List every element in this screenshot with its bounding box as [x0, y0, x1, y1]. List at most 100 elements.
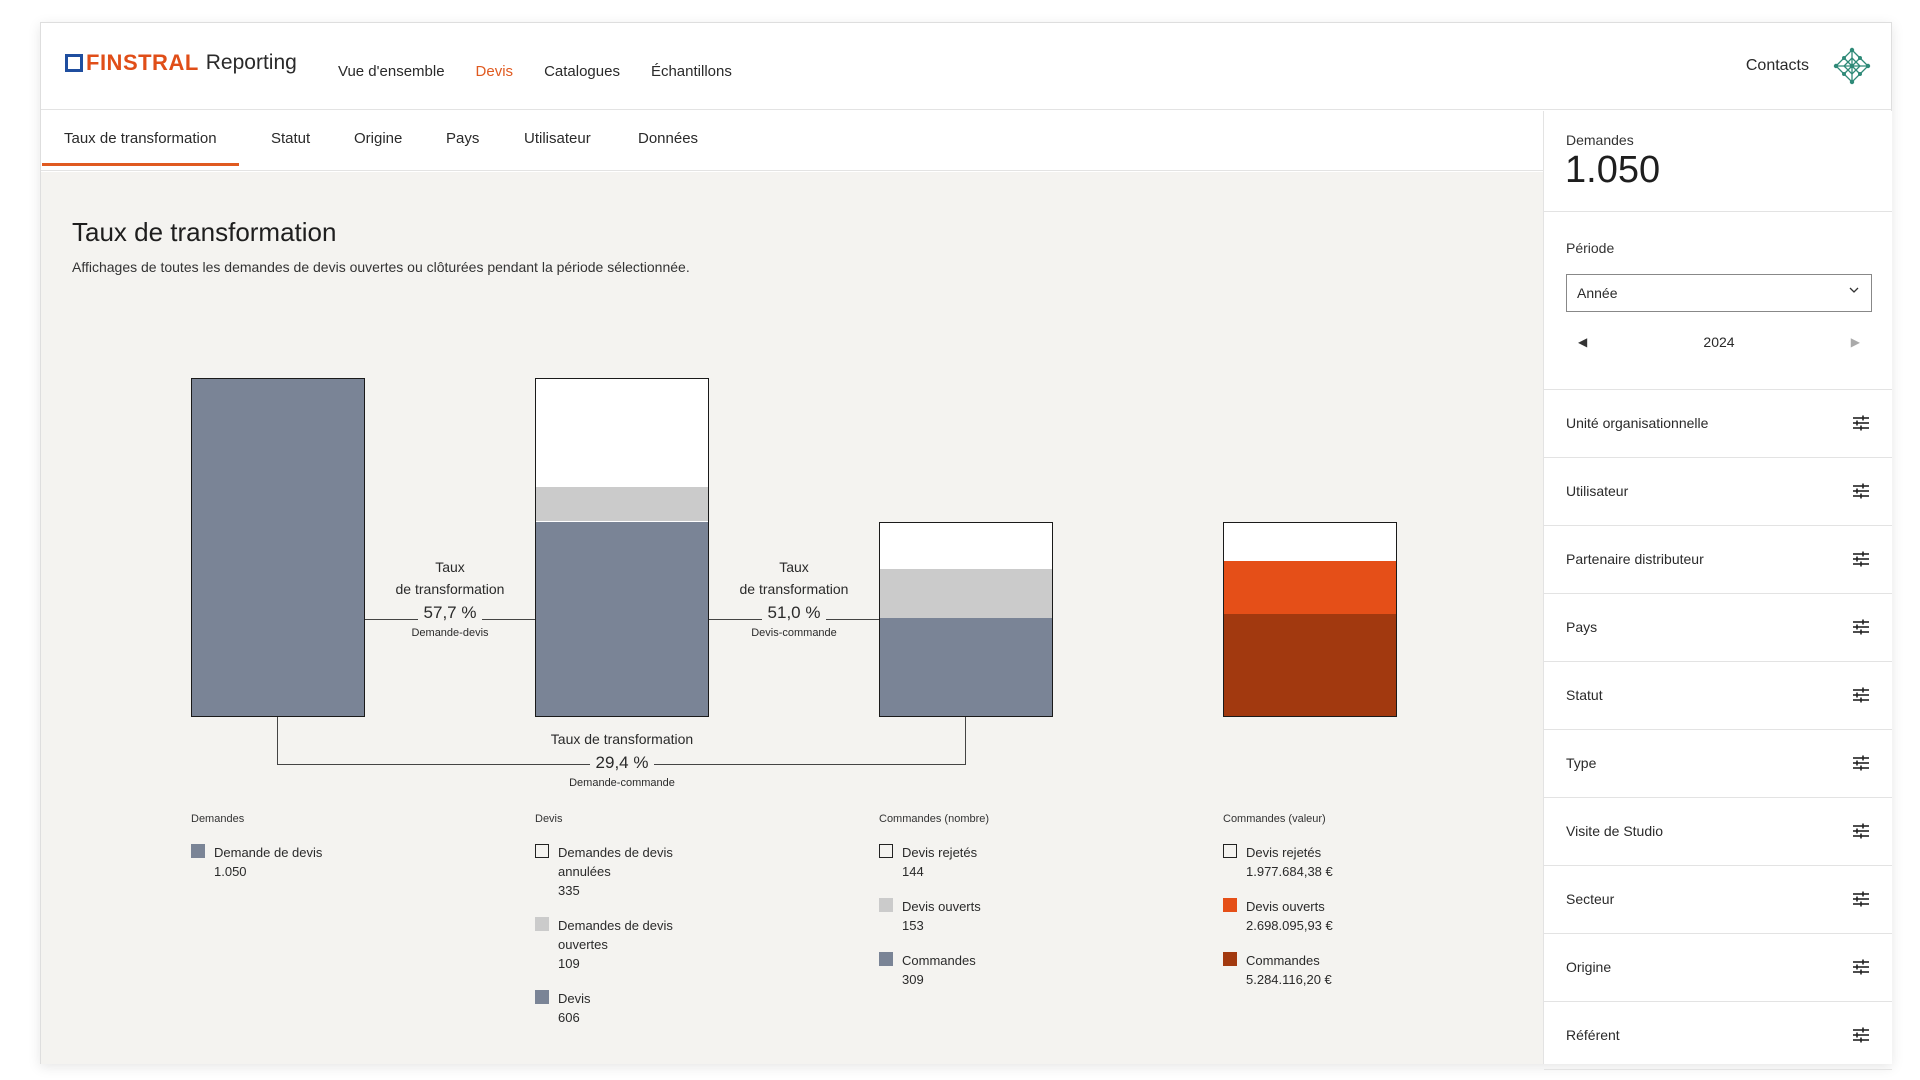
legend-label: Commandes: [902, 953, 976, 968]
legend-text: Demande de devis 1.050: [214, 843, 344, 881]
tab-utilisateur[interactable]: Utilisateur: [524, 130, 591, 147]
nav-echantillons[interactable]: Échantillons: [651, 63, 732, 80]
tab-taux-transformation[interactable]: Taux de transformation: [42, 130, 239, 166]
legend-swatch: [535, 844, 549, 858]
bracket-left: [277, 717, 278, 764]
filter-origine[interactable]: Origine: [1544, 934, 1892, 1002]
tab-donnees[interactable]: Données: [638, 130, 698, 147]
filter-label: Partenaire distributeur: [1566, 551, 1704, 567]
nav-catalogues[interactable]: Catalogues: [544, 63, 620, 80]
legend-swatch: [879, 844, 893, 858]
bracket-right: [965, 717, 966, 764]
filter-label: Référent: [1566, 1027, 1620, 1043]
legend-label: Demandes de devis ouvertes: [558, 918, 673, 952]
sliders-icon: [1853, 959, 1869, 975]
filter-referent[interactable]: Référent: [1544, 1002, 1892, 1070]
legend-label: Devis ouverts: [902, 899, 981, 914]
sliders-icon: [1853, 619, 1869, 635]
demandes-value: 1.050: [1565, 149, 1661, 191]
chevron-down-icon: [1849, 287, 1859, 293]
filter-label: Unité organisationnelle: [1566, 415, 1709, 431]
legend-swatch: [879, 952, 893, 966]
legend-text: Demandes de devis annulées 335: [558, 843, 688, 900]
bar-segment-devis-rejetes: [1224, 523, 1396, 562]
nav-vue-ensemble[interactable]: Vue d'ensemble: [338, 63, 445, 80]
filter-partenaire-distributeur[interactable]: Partenaire distributeur: [1544, 526, 1892, 594]
tab-origine[interactable]: Origine: [354, 130, 402, 147]
legend-label: Devis: [558, 991, 591, 1006]
conversion-1-value: 57,7 %: [417, 600, 483, 626]
bar-segment-demandes-de-devis-ouvertes: [536, 486, 708, 522]
legend-title: Devis: [535, 813, 563, 825]
legend-item: Demandes de devis annulées 335: [535, 843, 688, 900]
legend-title: Commandes (nombre): [879, 813, 990, 825]
prev-year-icon[interactable]: ◀: [1578, 335, 1587, 349]
tab-pays[interactable]: Pays: [446, 130, 479, 147]
legend-text: Devis 606: [558, 989, 688, 1027]
next-year-icon[interactable]: ▶: [1851, 335, 1860, 349]
nav-devis[interactable]: Devis: [476, 63, 514, 80]
main-content: Taux de transformation Affichages de tou…: [41, 172, 1543, 1064]
main-nav: Vue d'ensemble Devis Catalogues Échantil…: [338, 63, 732, 80]
conversion-2-label-1: Taux: [779, 559, 809, 575]
legend-title: Commandes (valeur): [1223, 813, 1326, 825]
legend-swatch: [535, 917, 549, 931]
filter-label: Pays: [1566, 619, 1598, 635]
sliders-icon: [1853, 823, 1869, 839]
periode-select[interactable]: Année: [1566, 274, 1872, 312]
legend-label: Devis ouverts: [1246, 899, 1325, 914]
conversion-1-label-1: Taux: [435, 559, 465, 575]
legend-commandes-nombre: Commandes (nombre) Devis rejetés 144 Devis …: [879, 813, 1032, 1005]
logo-brand: FINSTRAL: [86, 50, 199, 75]
tab-statut[interactable]: Statut: [271, 130, 310, 147]
filter-label: Type: [1566, 755, 1597, 771]
periode-select-value: Année: [1577, 285, 1618, 301]
legend-value: 309: [902, 972, 924, 987]
filter-secteur[interactable]: Secteur: [1544, 866, 1892, 934]
filter-unite-organisationnelle[interactable]: Unité organisationnelle: [1544, 390, 1892, 458]
conversion-2: Taux de transformation 51,0 % Devis-comm…: [714, 556, 874, 640]
conversion-1-sub: Demande-devis: [411, 627, 489, 639]
legend-item: Demandes de devis ouvertes 109: [535, 916, 688, 973]
legend-swatch: [1223, 898, 1237, 912]
logo[interactable]: FINSTRAL Reporting: [65, 50, 297, 75]
contacts-link[interactable]: Contacts: [1746, 57, 1809, 75]
bar-segment-commandes: [1224, 613, 1396, 716]
filter-label: Secteur: [1566, 891, 1615, 907]
legend-value: 153: [902, 918, 924, 933]
legend-swatch: [191, 844, 205, 858]
legend-value: 5.284.116,20 €: [1246, 972, 1332, 987]
filter-pays[interactable]: Pays: [1544, 594, 1892, 662]
sliders-icon: [1853, 483, 1869, 499]
legend-item: Devis rejetés 144: [879, 843, 1032, 881]
periode-block: Période Année 2024 ◀ ▶: [1544, 212, 1892, 390]
filter-label: Statut: [1566, 687, 1603, 703]
filter-visite-de-studio[interactable]: Visite de Studio: [1544, 798, 1892, 866]
legend-text: Commandes 5.284.116,20 €: [1246, 951, 1376, 989]
demandes-label: Demandes: [1566, 132, 1634, 148]
legend-value: 144: [902, 864, 924, 879]
periode-label: Période: [1566, 240, 1615, 256]
legend-value: 335: [558, 883, 580, 898]
bar-devis: [535, 378, 709, 717]
legend-demandes: Demandes Demande de devis 1.050: [191, 813, 344, 897]
conversion-total-value: 29,4 %: [589, 750, 655, 776]
filter-label: Utilisateur: [1566, 483, 1629, 499]
bar-segment-devis-rejetes: [880, 523, 1052, 569]
legend-label: Devis rejetés: [902, 845, 978, 860]
network-icon[interactable]: [1833, 47, 1871, 85]
sliders-icon: [1853, 1027, 1869, 1043]
legend-swatch: [535, 990, 549, 1004]
filter-utilisateur[interactable]: Utilisateur: [1544, 458, 1892, 526]
sliders-icon: [1853, 755, 1869, 771]
filter-label: Visite de Studio: [1566, 823, 1664, 839]
legend-text: Demandes de devis ouvertes 109: [558, 916, 688, 973]
logo-square-icon: [65, 54, 83, 72]
filter-statut[interactable]: Statut: [1544, 662, 1892, 730]
legend-text: Devis ouverts 2.698.095,93 €: [1246, 897, 1376, 935]
legend-label: Demande de devis: [214, 845, 323, 860]
conversion-total-label: Taux de transformation: [550, 731, 694, 747]
legend-item: Devis ouverts 2.698.095,93 €: [1223, 897, 1376, 935]
sliders-icon: [1853, 687, 1869, 703]
filter-type[interactable]: Type: [1544, 730, 1892, 798]
